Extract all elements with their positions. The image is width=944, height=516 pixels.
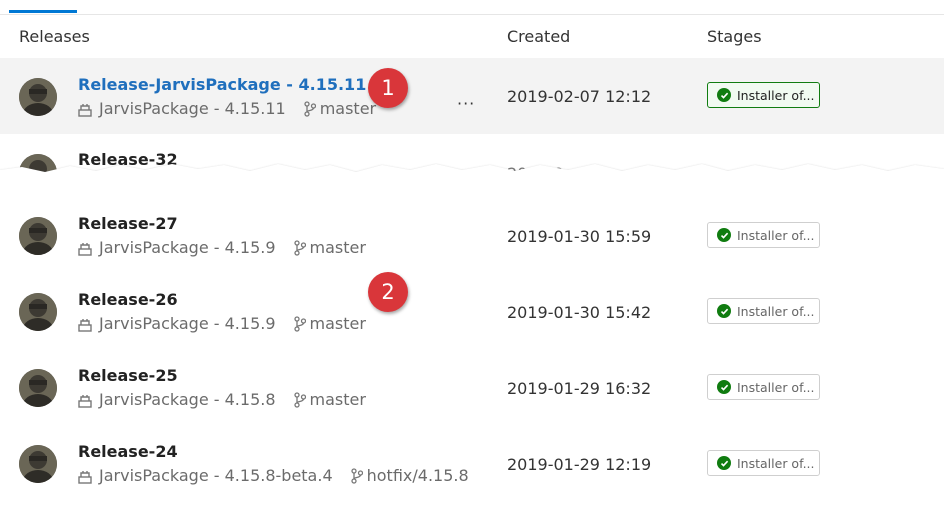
torn-release-row: Release-32 2019-0 [0,134,944,194]
branch-name: master [319,99,377,118]
avatar [19,445,57,483]
release-meta: JarvisPackage - 4.15.11 master [78,99,376,118]
release-name[interactable]: Release-27 [78,214,178,233]
avatar [19,369,57,407]
artifact-version: JarvisPackage - 4.15.11 [99,99,286,118]
artifact-version: JarvisPackage - 4.15.8 [99,390,276,409]
created-date: 2019-02-07 12:12 [507,87,652,106]
package-icon [78,102,92,117]
stage-status-badge[interactable]: Installer of... [707,374,820,400]
release-row[interactable]: Release-26 JarvisPackage - 4.15.9 master… [0,276,944,348]
branch-icon [304,100,316,117]
stage-name: Installer of... [737,303,815,319]
avatar [19,293,57,331]
package-icon [78,317,92,332]
release-row[interactable]: Release-27 JarvisPackage - 4.15.9 master… [0,200,944,272]
release-meta: JarvisPackage - 4.15.9 master [78,238,366,257]
stage-status-badge[interactable]: Installer of... [707,82,820,108]
release-name[interactable]: Release-25 [78,366,178,385]
release-row[interactable]: Release-24 JarvisPackage - 4.15.8-beta.4… [0,428,944,500]
stage-status-badge[interactable]: Installer of... [707,298,820,324]
stages-column-header[interactable]: Stages [707,27,762,46]
callout-marker-2: 2 [368,272,408,312]
stage-name: Installer of... [737,379,815,395]
release-meta: JarvisPackage - 4.15.8-beta.4 hotfix/4.1… [78,466,469,485]
stage-name: Installer of... [737,227,815,243]
artifact-version: JarvisPackage - 4.15.8-beta.4 [99,466,333,485]
stage-status-badge[interactable]: Installer of... [707,450,820,476]
release-row[interactable]: Release-25 JarvisPackage - 4.15.8 master… [0,352,944,424]
stage-status-badge[interactable]: Installer of... [707,222,820,248]
check-circle-icon [717,380,731,394]
release-name[interactable]: Release-26 [78,290,178,309]
package-icon [78,469,92,484]
check-circle-icon [717,228,731,242]
callout-marker-1: 1 [368,68,408,108]
stage-name: Installer of... [737,455,815,471]
branch-icon [293,239,306,256]
created-date: 2019-01-30 15:59 [507,227,652,246]
release-name[interactable]: Release-24 [78,442,178,461]
release-name-link[interactable]: Release-JarvisPackage - 4.15.11 [78,75,366,94]
branch-name: master [309,314,366,333]
avatar [19,217,57,255]
created-column-header[interactable]: Created [507,27,570,46]
avatar [19,78,57,116]
artifact-version: JarvisPackage - 4.15.9 [99,238,276,257]
active-tab-indicator [9,10,77,13]
branch-icon [293,315,306,332]
branch-icon [293,391,306,408]
package-icon [78,393,92,408]
created-date: 2019-01-29 16:32 [507,379,652,398]
branch-name: master [309,238,366,257]
header-divider [0,14,944,15]
branch-icon [350,467,363,484]
check-circle-icon [717,456,731,470]
created-date: 2019-01-29 12:19 [507,455,652,474]
release-meta: JarvisPackage - 4.15.9 master [78,314,366,333]
release-meta: JarvisPackage - 4.15.8 master [78,390,366,409]
created-date: 2019-01-30 15:42 [507,303,652,322]
stage-name: Installer of... [737,87,815,103]
branch-name: master [309,390,366,409]
artifact-version: JarvisPackage - 4.15.9 [99,314,276,333]
check-circle-icon [717,304,731,318]
torn-edge [0,164,944,194]
release-row[interactable]: Release-JarvisPackage - 4.15.11 JarvisPa… [0,58,944,134]
package-icon [78,241,92,256]
check-circle-icon [717,88,731,102]
releases-column-header[interactable]: Releases [19,27,90,46]
more-actions-button[interactable]: ··· [457,94,475,113]
branch-name: hotfix/4.15.8 [366,466,469,485]
